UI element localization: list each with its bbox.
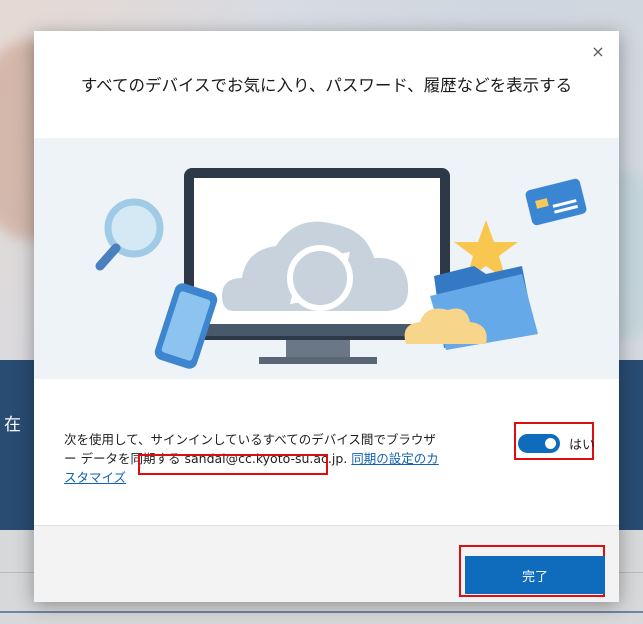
divider (0, 611, 643, 613)
sync-illustration (34, 138, 619, 379)
toggle-label: はい (569, 438, 596, 453)
close-icon[interactable]: × (587, 41, 609, 63)
illustration-svg (95, 168, 587, 369)
sync-dialog: × すべてのデバイスでお気に入り、パスワード、履歴などを表示する 次を使用して、… (34, 31, 619, 602)
background-banner-text: 在 (4, 415, 21, 435)
sync-toggle[interactable] (518, 434, 560, 453)
dialog-title: すべてのデバイスでお気に入り、パスワード、履歴などを表示する (80, 76, 573, 95)
credit-card-icon (525, 178, 587, 226)
email-highlight-box (138, 454, 328, 475)
done-button[interactable]: 完了 (465, 556, 605, 594)
magnifier-icon (95, 198, 164, 271)
toggle-knob (545, 438, 556, 449)
